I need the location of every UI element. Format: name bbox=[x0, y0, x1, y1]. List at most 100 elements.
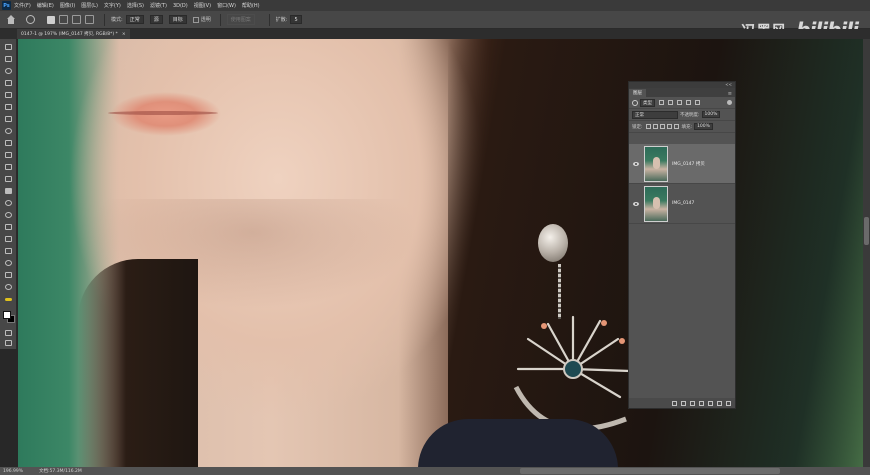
add-mask-icon[interactable] bbox=[690, 400, 695, 406]
subtract-selection-icon[interactable] bbox=[72, 15, 81, 24]
document-canvas[interactable] bbox=[18, 39, 863, 467]
layer-row[interactable]: IMG_0147 拷贝 bbox=[629, 144, 735, 184]
pen-tool-icon[interactable] bbox=[4, 223, 13, 231]
horizontal-scrollbar-thumb[interactable] bbox=[520, 468, 780, 474]
type-tool-icon[interactable] bbox=[4, 235, 13, 243]
layer-name: IMG_0147 拷贝 bbox=[672, 161, 705, 167]
layer-style-icon[interactable] bbox=[681, 400, 686, 406]
path-selection-tool-icon[interactable] bbox=[4, 247, 13, 255]
menu-bar: Ps 文件(F) 编辑(E) 图像(I) 图层(L) 文字(Y) 选择(S) 滤… bbox=[0, 0, 870, 11]
transparent-label: 透明 bbox=[200, 17, 211, 23]
tab-layers[interactable]: 图层 bbox=[629, 89, 646, 97]
divider bbox=[268, 13, 270, 26]
layer-row[interactable]: IMG_0147 bbox=[629, 184, 735, 224]
brush-tool-icon[interactable] bbox=[4, 139, 13, 147]
new-layer-icon[interactable] bbox=[717, 400, 722, 406]
brush-preset-icon[interactable] bbox=[26, 15, 35, 24]
document-tab[interactable]: 0147-1 @ 197% (IMG_0147 拷贝, RGB/8*) * × bbox=[17, 29, 130, 39]
lock-all-icon[interactable] bbox=[673, 124, 679, 129]
use-pattern-button[interactable]: 使用图案 bbox=[226, 14, 255, 25]
menu-type[interactable]: 文字(Y) bbox=[104, 2, 121, 9]
new-selection-icon[interactable] bbox=[47, 15, 55, 24]
layer-thumbnail bbox=[644, 185, 668, 222]
mode-select[interactable]: 正常 bbox=[125, 15, 144, 24]
frame-tool-icon[interactable] bbox=[4, 103, 13, 111]
menu-window[interactable]: 窗口(W) bbox=[217, 2, 236, 9]
quick-mask-icon[interactable] bbox=[4, 329, 13, 337]
menu-help[interactable]: 帮助(H) bbox=[242, 2, 260, 9]
lock-artboard-icon[interactable] bbox=[666, 124, 672, 129]
menu-layer[interactable]: 图层(L) bbox=[81, 2, 98, 9]
blur-tool-icon[interactable] bbox=[4, 199, 13, 207]
menu-edit[interactable]: 编辑(E) bbox=[37, 2, 54, 9]
search-icon bbox=[632, 99, 638, 106]
menu-select[interactable]: 选择(S) bbox=[127, 2, 144, 9]
lasso-tool-icon[interactable] bbox=[4, 67, 13, 75]
move-tool-icon[interactable] bbox=[4, 43, 13, 51]
layer-filter-row: 类型 bbox=[629, 97, 735, 109]
collapse-panels-icon[interactable]: << bbox=[725, 82, 732, 87]
layers-panel: << 图层 ≡ 类型 正常 不透明度: 100% 锁定: 填充: 100% IM… bbox=[628, 81, 736, 409]
vertical-scrollbar-thumb[interactable] bbox=[864, 217, 869, 245]
smart-object-filter-icon[interactable] bbox=[695, 100, 700, 105]
spread-input[interactable]: 5 bbox=[290, 15, 302, 24]
gradient-tool-icon[interactable] bbox=[4, 187, 13, 195]
eyedropper-tool-icon[interactable] bbox=[4, 115, 13, 123]
visibility-eye-icon[interactable] bbox=[633, 161, 639, 166]
lock-label: 锁定: bbox=[632, 124, 643, 130]
panel-menu-icon[interactable]: ≡ bbox=[728, 91, 732, 97]
intersect-selection-icon[interactable] bbox=[85, 15, 94, 24]
spread-label: 扩散: bbox=[275, 17, 288, 23]
dodge-tool-icon[interactable] bbox=[4, 211, 13, 219]
opacity-input[interactable]: 100% bbox=[701, 111, 721, 118]
home-icon[interactable] bbox=[6, 14, 16, 25]
filter-toggle-icon[interactable] bbox=[727, 100, 732, 105]
magic-wand-tool-icon[interactable] bbox=[4, 79, 13, 87]
photo-earring-bead bbox=[538, 224, 568, 262]
new-group-icon[interactable] bbox=[708, 400, 713, 406]
link-layers-icon[interactable] bbox=[672, 400, 677, 406]
screen-mode-icon[interactable] bbox=[4, 339, 13, 347]
tools-panel bbox=[0, 39, 17, 349]
options-bar: 模式: 正常 源 目标 透明 使用图案 扩散: 5 bbox=[0, 11, 870, 29]
filter-kind-select[interactable]: 类型 bbox=[640, 98, 655, 107]
history-brush-tool-icon[interactable] bbox=[4, 163, 13, 171]
delete-layer-icon[interactable] bbox=[726, 400, 731, 406]
fill-input[interactable]: 100% bbox=[694, 123, 713, 130]
healing-brush-tool-icon[interactable] bbox=[4, 127, 13, 135]
zoom-level[interactable]: 196.99% bbox=[3, 469, 23, 474]
vertical-scrollbar[interactable] bbox=[863, 39, 870, 467]
visibility-eye-icon[interactable] bbox=[633, 201, 639, 206]
blend-mode-select[interactable]: 正常 bbox=[632, 110, 678, 119]
menu-view[interactable]: 视图(V) bbox=[194, 2, 211, 9]
hand-tool-icon[interactable] bbox=[4, 271, 13, 279]
lock-fill-row: 锁定: 填充: 100% bbox=[629, 121, 735, 133]
zoom-tool-icon[interactable] bbox=[4, 283, 13, 291]
crop-tool-icon[interactable] bbox=[4, 91, 13, 99]
shape-filter-icon[interactable] bbox=[686, 100, 691, 105]
lock-transparency-icon[interactable] bbox=[645, 124, 651, 129]
ellipse-tool-icon[interactable] bbox=[4, 259, 13, 267]
panel-header: << bbox=[629, 82, 735, 88]
lock-image-icon[interactable] bbox=[652, 124, 658, 129]
add-selection-icon[interactable] bbox=[59, 15, 68, 24]
lock-position-icon[interactable] bbox=[659, 124, 665, 129]
menu-3d[interactable]: 3D(D) bbox=[173, 3, 188, 9]
menu-file[interactable]: 文件(F) bbox=[14, 2, 31, 9]
adjustment-filter-icon[interactable] bbox=[668, 100, 673, 105]
menu-filter[interactable]: 滤镜(T) bbox=[150, 2, 167, 9]
pixel-filter-icon[interactable] bbox=[659, 100, 664, 105]
divider bbox=[104, 13, 105, 26]
adjustment-layer-icon[interactable] bbox=[699, 400, 704, 406]
marquee-tool-icon[interactable] bbox=[4, 55, 13, 63]
destination-option[interactable]: 目标 bbox=[168, 15, 187, 24]
transparent-checkbox[interactable] bbox=[192, 16, 199, 23]
source-option[interactable]: 源 bbox=[149, 15, 163, 24]
edit-toolbar-icon[interactable] bbox=[4, 295, 13, 303]
clone-stamp-tool-icon[interactable] bbox=[4, 151, 13, 159]
close-icon[interactable]: × bbox=[122, 32, 126, 37]
menu-image[interactable]: 图像(I) bbox=[60, 2, 75, 9]
foreground-color-swatch[interactable] bbox=[3, 311, 11, 319]
type-filter-icon[interactable] bbox=[677, 100, 682, 105]
eraser-tool-icon[interactable] bbox=[4, 175, 13, 183]
